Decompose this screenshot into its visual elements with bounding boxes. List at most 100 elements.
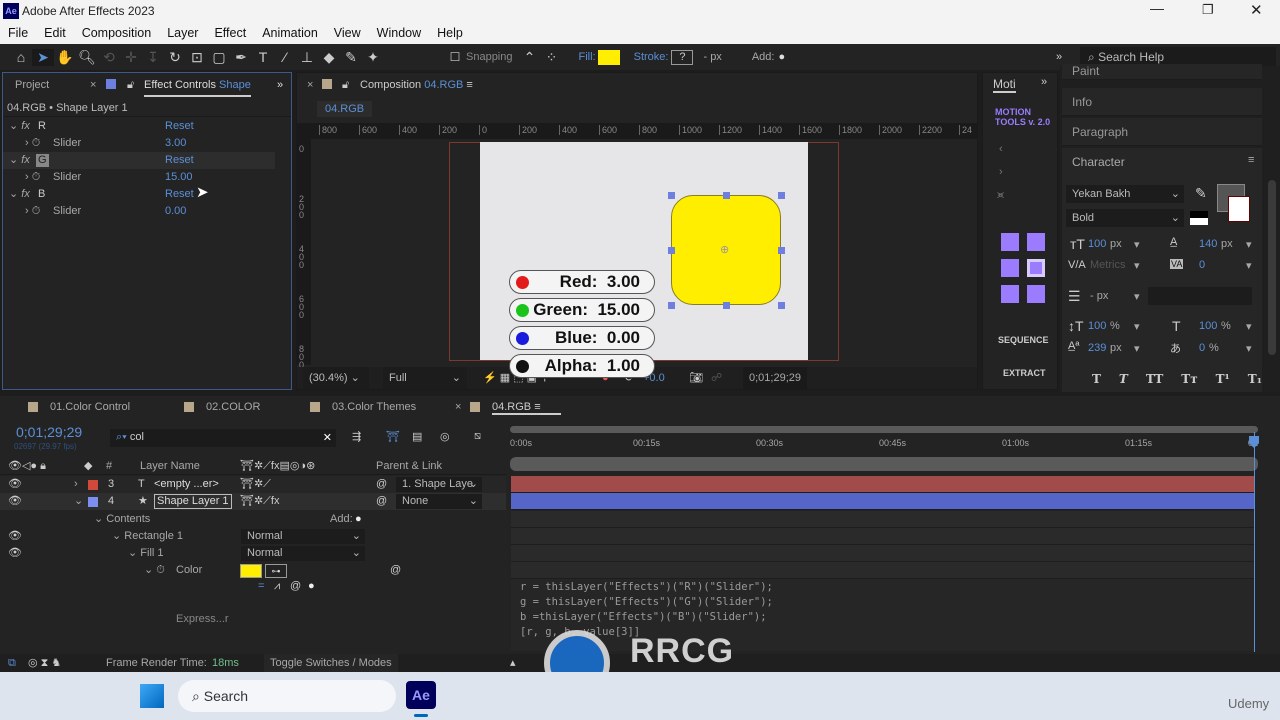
shape-handle[interactable]: [723, 302, 730, 309]
graph-editor-icon[interactable]: ⧅: [474, 430, 481, 443]
timeline-tab[interactable]: 03.Color Themes: [332, 401, 416, 413]
stroke-width-value[interactable]: - px: [1090, 290, 1108, 302]
shape-handle[interactable]: [723, 192, 730, 199]
rectangle-row[interactable]: 👁︎ ⌄ Rectangle 1 Normal ⌄: [0, 528, 506, 545]
menu-effect[interactable]: Effect: [206, 22, 254, 44]
windows-start-icon[interactable]: [140, 684, 164, 708]
close-tab-icon[interactable]: ×: [455, 401, 461, 413]
effect-r[interactable]: ⌄ fx R Reset: [3, 118, 291, 135]
sequence-button[interactable]: SEQUENCE: [998, 335, 1049, 345]
zoom-dropdown[interactable]: (30.4%) ⌄: [303, 367, 369, 389]
layer-switches[interactable]: ⛩✲⟋: [240, 476, 271, 493]
roto-brush-icon[interactable]: ✎: [340, 49, 362, 66]
slider-value[interactable]: 0.00: [165, 203, 186, 220]
toggle-switches-modes-button[interactable]: Toggle Switches / Modes: [264, 654, 398, 672]
stroke-style-dropdown[interactable]: [1148, 287, 1252, 305]
leading-value[interactable]: 140: [1199, 238, 1217, 250]
fill-blend-mode[interactable]: Normal ⌄: [241, 546, 365, 561]
font-size-value[interactable]: 100: [1088, 238, 1106, 250]
dropdown-arrow-icon[interactable]: ▾: [1134, 290, 1140, 303]
shape-handle[interactable]: [668, 192, 675, 199]
motion-blur-icon[interactable]: ◎: [440, 430, 450, 443]
menu-edit[interactable]: Edit: [36, 22, 74, 44]
menu-layer[interactable]: Layer: [159, 22, 206, 44]
panel-menu-icon[interactable]: »: [277, 73, 283, 97]
snap-edges-icon[interactable]: ⌃: [519, 49, 541, 66]
dropdown-arrow-icon[interactable]: ▾: [1246, 320, 1252, 333]
shape-handle[interactable]: [778, 192, 785, 199]
layer-name[interactable]: <empty ...er>: [154, 476, 219, 493]
taskbar-search[interactable]: ⌕ Search: [178, 680, 396, 712]
vertical-scale-value[interactable]: 100: [1088, 320, 1106, 332]
maximize-button[interactable]: ❐: [1202, 2, 1214, 18]
comp-flowchart-icon[interactable]: ⇶: [352, 430, 361, 443]
expression-language-menu-icon[interactable]: ●: [308, 578, 315, 595]
anchor-point-icon[interactable]: ⊕: [720, 243, 729, 256]
lock-icon[interactable]: 🔓︎: [342, 73, 349, 97]
faux-bold-button[interactable]: T: [1092, 372, 1101, 386]
fill-swatch[interactable]: [597, 49, 620, 65]
stopwatch-icon[interactable]: › ⏱: [25, 135, 40, 152]
close-tab-icon[interactable]: ×: [90, 73, 96, 97]
reset-link[interactable]: Reset: [165, 118, 194, 135]
layer-switches-icon[interactable]: ⧉: [8, 654, 16, 672]
clear-search-icon[interactable]: ✕: [323, 431, 332, 444]
tab-effect-controls[interactable]: Effect Controls Shape: [144, 73, 251, 97]
menu-animation[interactable]: Animation: [254, 22, 326, 44]
reset-link[interactable]: Reset: [165, 186, 194, 203]
rotate-tool-icon[interactable]: ↻: [164, 49, 186, 66]
slider-value[interactable]: 15.00: [165, 169, 193, 186]
tab-moti[interactable]: Moti: [993, 77, 1016, 93]
anchor-grid[interactable]: [1001, 233, 1049, 303]
brush-tool-icon[interactable]: ⁄: [274, 49, 296, 65]
stopwatch-icon[interactable]: › ⏱: [25, 169, 40, 186]
small-caps-button[interactable]: Tт: [1181, 372, 1197, 386]
fx-icon[interactable]: ⌄ fx: [9, 118, 30, 135]
hand-tool-icon[interactable]: ✋: [54, 49, 76, 66]
default-colors-icon[interactable]: [1190, 211, 1208, 225]
comp-timecode[interactable]: 0;01;29;29: [743, 367, 807, 389]
expression-graph-icon[interactable]: ⩘: [274, 578, 280, 595]
collapse-icon[interactable]: ⪤: [997, 189, 1004, 202]
twirl-icon[interactable]: ⌄: [74, 493, 83, 510]
paint-panel[interactable]: Paint: [1062, 64, 1262, 80]
horizontal-scale-value[interactable]: 100: [1199, 320, 1217, 332]
color-eyedropper-icon[interactable]: ⊶: [265, 564, 287, 578]
tsume-value[interactable]: 0: [1199, 342, 1205, 354]
slider-value[interactable]: 3.00: [165, 135, 186, 152]
snapshot-icon[interactable]: 📷︎: [689, 367, 703, 389]
menu-window[interactable]: Window: [369, 22, 429, 44]
paragraph-panel[interactable]: Paragraph: [1062, 118, 1262, 146]
layer-row[interactable]: 👁︎ › 3 T <empty ...er> ⛩✲⟋ @1. Shape Laye ⌄: [0, 476, 506, 493]
dolly-tool-icon[interactable]: ↧: [142, 49, 164, 66]
expression-enable-icon[interactable]: =: [258, 578, 264, 595]
subscript-button[interactable]: T₁: [1248, 372, 1262, 386]
resolution-dropdown[interactable]: Full ⌄: [383, 367, 467, 389]
dropdown-arrow-icon[interactable]: ▾: [1134, 259, 1140, 272]
rectangle-blend-mode[interactable]: Normal ⌄: [241, 529, 365, 544]
time-ruler[interactable]: 0:00s00:15s00:30s00:45s01:00s01:15s01: [510, 436, 1258, 454]
shy-layers-icon[interactable]: ⛩: [386, 430, 400, 443]
stopwatch-icon[interactable]: › ⏱: [25, 203, 40, 220]
eye-icon[interactable]: 👁︎: [8, 545, 22, 562]
stamp-tool-icon[interactable]: ⊥: [296, 49, 318, 66]
dropdown-arrow-icon[interactable]: ▾: [1246, 342, 1252, 355]
close-button[interactable]: ✕: [1250, 1, 1263, 19]
anchor-bl-icon[interactable]: [1001, 285, 1019, 303]
dropdown-arrow-icon[interactable]: ▾: [1134, 342, 1140, 355]
dropdown-arrow-icon[interactable]: ▾: [1134, 320, 1140, 333]
show-snapshot-icon[interactable]: ☍: [711, 367, 722, 389]
stroke-swatch[interactable]: ?: [671, 49, 694, 65]
time-navigator[interactable]: [510, 426, 1258, 433]
snap-features-icon[interactable]: ⁘: [541, 49, 563, 66]
menu-help[interactable]: Help: [429, 22, 471, 44]
expand-icon[interactable]: »: [1056, 51, 1062, 63]
layer-bar-3[interactable]: [511, 476, 1255, 493]
tab-composition[interactable]: Composition 04.RGB ≡: [360, 73, 473, 97]
pen-tool-icon[interactable]: ✒: [230, 49, 252, 66]
panel-menu-icon[interactable]: »: [1041, 76, 1047, 88]
zoom-tool-icon[interactable]: 🔍︎: [76, 49, 98, 66]
panel-menu-icon[interactable]: ≡: [1248, 154, 1254, 166]
menu-view[interactable]: View: [326, 22, 369, 44]
transfer-controls-icon[interactable]: ◎ ⧗ ♞: [28, 654, 61, 672]
